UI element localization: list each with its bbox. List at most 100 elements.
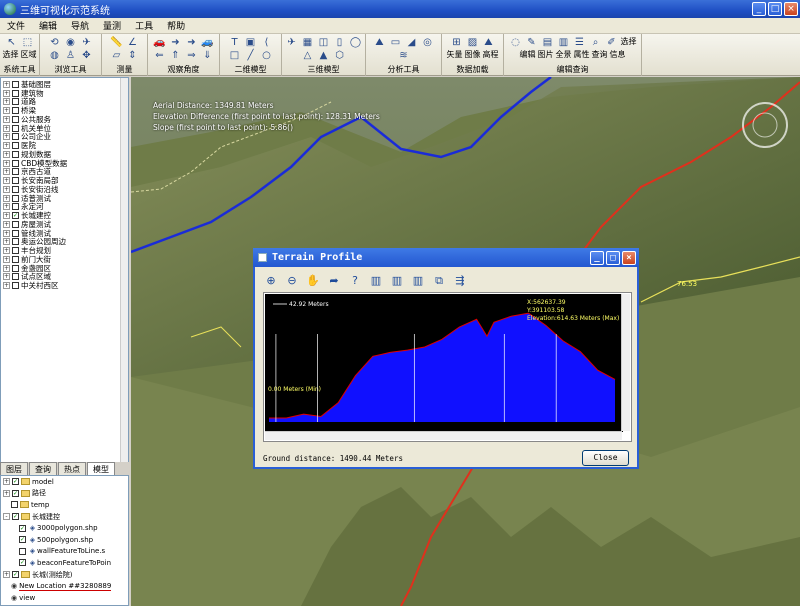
edit-icon[interactable]: ✎ [525, 37, 539, 49]
checkbox[interactable] [12, 203, 19, 211]
panorama-icon[interactable]: ▥ [557, 37, 571, 49]
profile-icon[interactable]: ▭ [389, 37, 403, 49]
checkbox[interactable]: ✓ [19, 536, 26, 544]
tab-query[interactable]: 查询 [29, 462, 57, 475]
checkbox[interactable]: ✓ [12, 212, 19, 220]
rotate-icon[interactable]: ⟲ [48, 37, 62, 49]
layer-row[interactable]: temp [1, 499, 128, 511]
help-icon[interactable]: ? [347, 275, 363, 287]
checkbox[interactable] [12, 238, 19, 246]
dialog-minimize-button[interactable]: _ [590, 251, 604, 265]
maximize-button[interactable]: □ [768, 2, 782, 16]
region-label[interactable]: 区域 [21, 50, 37, 60]
layer-row[interactable]: - ✓ 长城建控 [1, 511, 128, 523]
car-left-icon[interactable]: ➜ [169, 37, 183, 49]
expand-icon[interactable]: + [3, 571, 10, 579]
expand-icon[interactable]: + [3, 478, 10, 486]
menu-tools[interactable]: 工具 [128, 19, 160, 32]
expand-icon[interactable]: + [3, 168, 10, 176]
image-icon[interactable]: ▨ [466, 37, 480, 49]
globe-icon[interactable]: ◍ [48, 50, 62, 62]
layer-row[interactable]: ◉ New Location ##3280889 [1, 580, 128, 592]
checkbox[interactable] [12, 124, 19, 132]
checkbox[interactable] [12, 255, 19, 263]
line-icon[interactable]: ╱ [244, 50, 258, 62]
close-button[interactable]: × [784, 2, 798, 16]
flood-icon[interactable]: ≋ [397, 50, 411, 62]
close-dialog-button[interactable]: Close [582, 450, 629, 466]
cylinder-icon[interactable]: ▯ [333, 37, 347, 49]
expand-icon[interactable]: + [3, 185, 10, 193]
checkbox[interactable] [12, 229, 19, 237]
checkbox[interactable] [12, 80, 19, 88]
checkbox[interactable] [12, 89, 19, 97]
checkbox[interactable] [11, 501, 18, 509]
checkbox[interactable] [12, 194, 19, 202]
zoom-in-icon[interactable]: ⊕ [263, 275, 279, 287]
bar-chart-2-icon[interactable]: ▥ [389, 275, 405, 287]
view-back-icon[interactable]: ⇐ [153, 50, 167, 62]
layer-row[interactable]: + ✓ 路径 [1, 488, 128, 500]
layer-row[interactable]: ✓ ◈ 500polygon.shp [1, 534, 128, 546]
layer-row[interactable]: ✓ ◈ beaconFeatureToPoin [1, 557, 128, 569]
dialog-maximize-button[interactable]: □ [606, 251, 620, 265]
layer-row[interactable]: ✓ ◈ 3000polygon.shp [1, 522, 128, 534]
hand-pan-icon[interactable]: ✋ [305, 275, 321, 287]
expand-icon[interactable]: + [3, 89, 10, 97]
checkbox[interactable]: ✓ [19, 524, 26, 532]
bar-chart-icon[interactable]: ▥ [368, 275, 384, 287]
expand-icon[interactable]: + [3, 203, 10, 211]
minimize-button[interactable]: _ [752, 2, 766, 16]
checkbox[interactable] [12, 115, 19, 123]
expand-icon[interactable]: + [3, 133, 10, 141]
layer-row[interactable]: + ✓ model [1, 476, 128, 488]
walk-icon[interactable]: ♙ [64, 50, 78, 62]
select-cursor-icon[interactable]: ↖ [5, 37, 19, 49]
checkbox[interactable]: ✓ [12, 489, 19, 497]
checkbox[interactable] [12, 159, 19, 167]
expand-icon[interactable]: + [3, 282, 10, 290]
expand-icon[interactable]: + [3, 80, 10, 88]
box-icon[interactable]: ◫ [317, 37, 331, 49]
attribute-label[interactable]: 属性 [574, 50, 590, 60]
pyramid-icon[interactable]: ▲ [317, 50, 331, 62]
view-up-icon[interactable]: ⇑ [169, 50, 183, 62]
expand-icon[interactable]: + [3, 489, 10, 497]
menu-navigate[interactable]: 导航 [64, 19, 96, 32]
expand-icon[interactable]: + [3, 264, 10, 272]
checkbox[interactable] [12, 107, 19, 115]
expand-icon[interactable]: + [3, 194, 10, 202]
select-label[interactable]: 选择 [621, 37, 637, 49]
menu-edit[interactable]: 编辑 [32, 19, 64, 32]
tab-model[interactable]: 模型 [87, 462, 115, 475]
select-circle-icon[interactable]: ◌ [509, 37, 523, 49]
tab-hotspot[interactable]: 热点 [58, 462, 86, 475]
arrow-icon[interactable]: ➦ [326, 275, 342, 287]
label-icon[interactable]: ▣ [244, 37, 258, 49]
expand-icon[interactable]: + [3, 115, 10, 123]
checkbox[interactable] [12, 247, 19, 255]
tree-scrollbar[interactable] [120, 78, 128, 462]
polygon3d-icon[interactable]: ⬡ [333, 50, 347, 62]
expand-icon[interactable]: + [3, 150, 10, 158]
layer-row[interactable]: + ✓ 长城(测绘院) [1, 569, 128, 581]
expand-icon[interactable]: + [3, 238, 10, 246]
profile-hscrollbar[interactable] [265, 431, 622, 440]
ruler-icon[interactable]: 📏 [110, 37, 124, 49]
vector-icon[interactable]: ⊞ [450, 37, 464, 49]
text-icon[interactable]: T [228, 37, 242, 49]
copy-icon[interactable]: ⧉ [431, 275, 447, 287]
viewshed-icon[interactable]: ◎ [421, 37, 435, 49]
plane-icon[interactable]: ✈ [285, 37, 299, 49]
expand-icon[interactable]: - [3, 513, 10, 521]
attribute-icon[interactable]: ☰ [573, 37, 587, 49]
fly-icon[interactable]: ✈ [80, 37, 94, 49]
checkbox[interactable] [12, 220, 19, 228]
expand-icon[interactable]: + [3, 159, 10, 167]
panorama-label[interactable]: 全景 [556, 50, 572, 60]
expand-icon[interactable]: + [3, 273, 10, 281]
elevation-icon[interactable]: ⛰ [482, 37, 496, 49]
view-fwd-icon[interactable]: ⇒ [185, 50, 199, 62]
checkbox[interactable]: ✓ [19, 559, 26, 567]
export-icon[interactable]: ⇶ [452, 275, 468, 287]
